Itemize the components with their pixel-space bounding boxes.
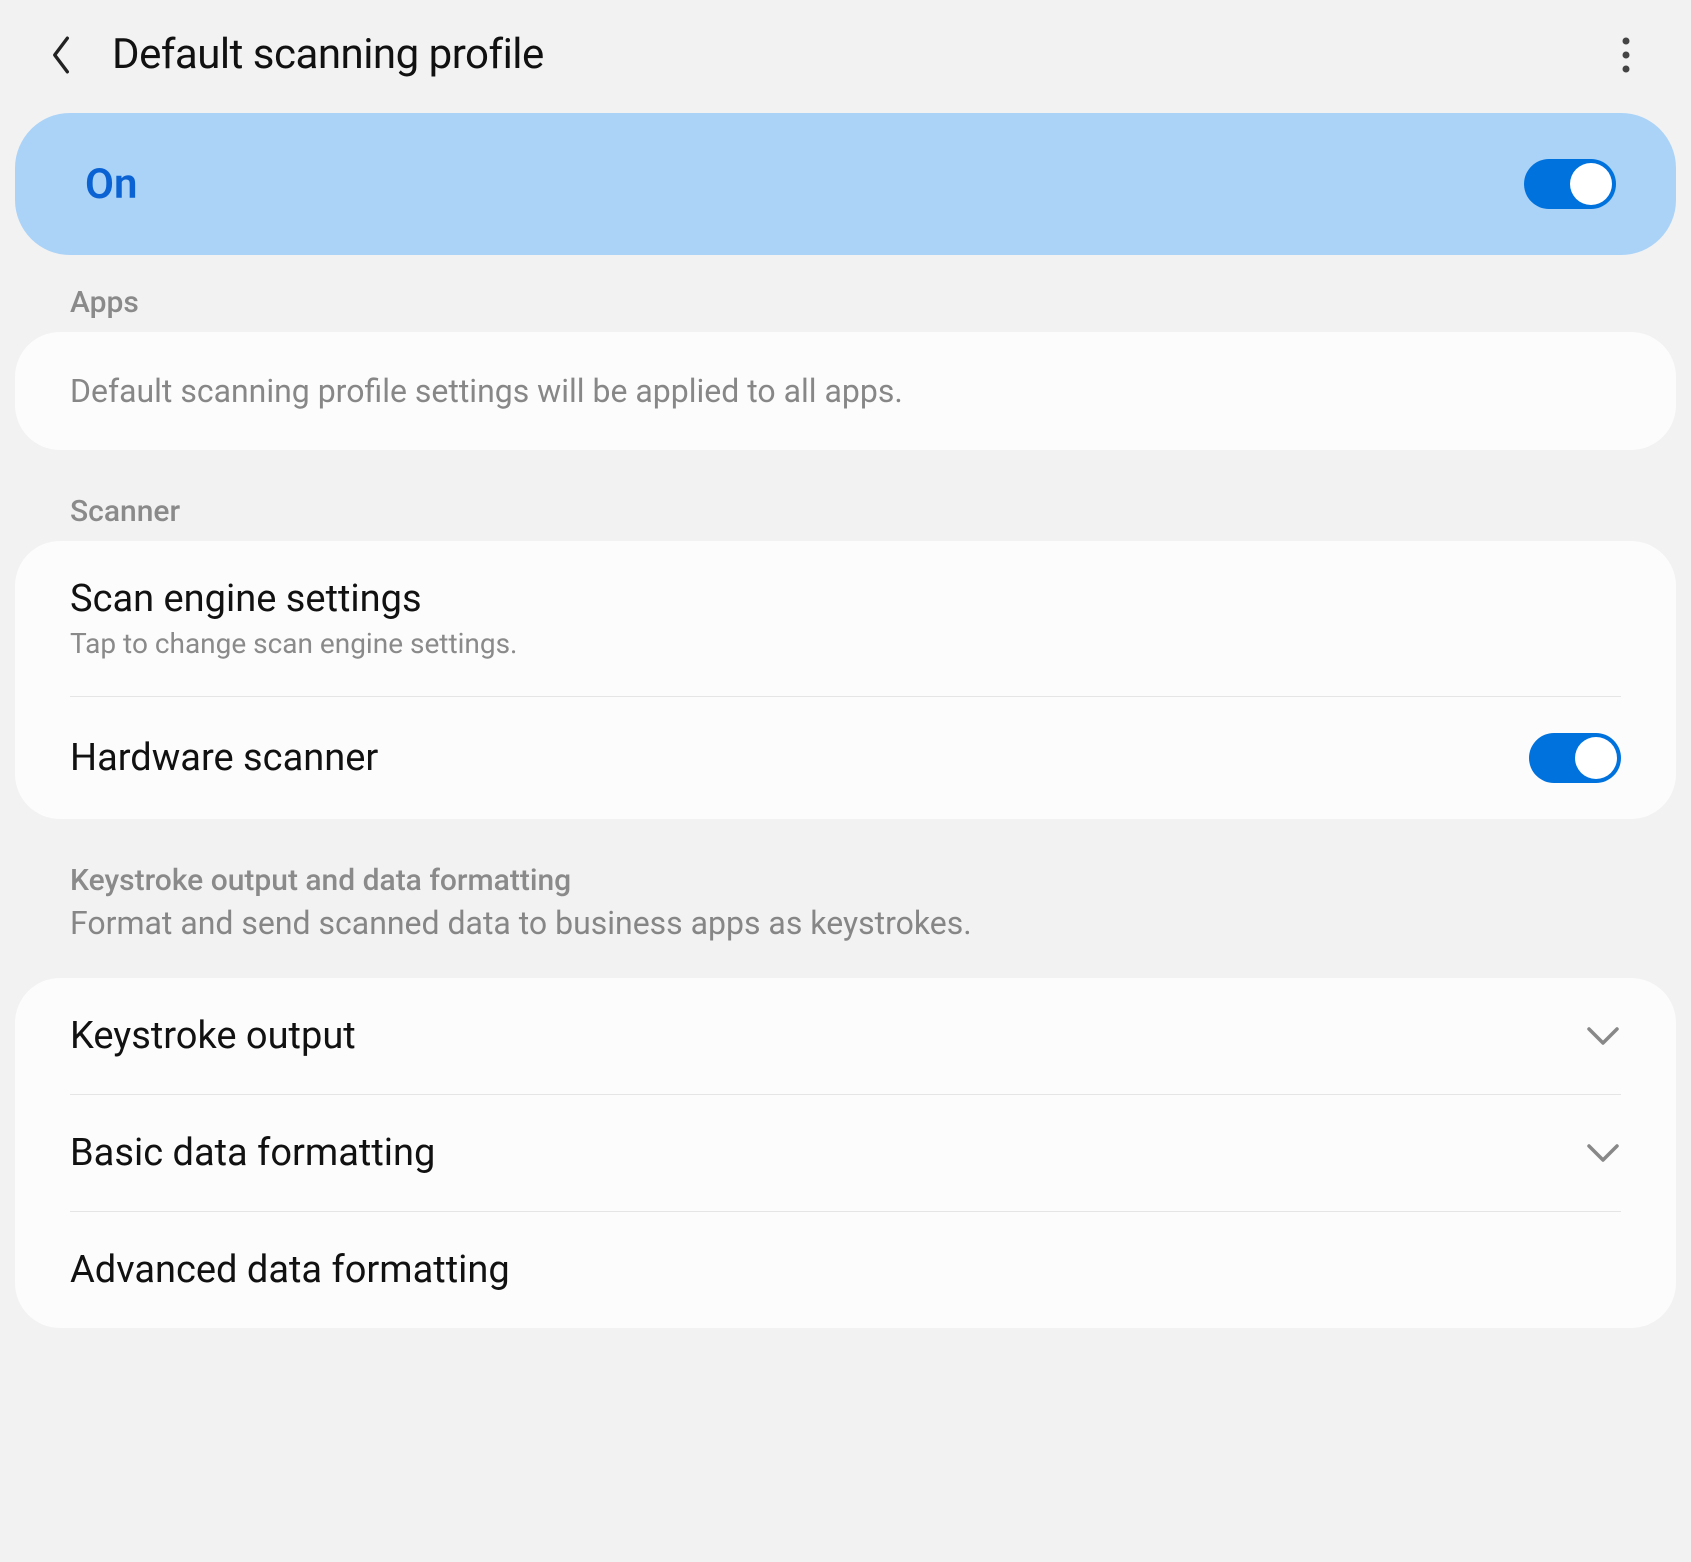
chevron-down-icon [1585, 1142, 1621, 1164]
keystroke-card: Keystroke output Basic data formatting A [15, 978, 1676, 1328]
keystroke-output-title: Keystroke output [70, 1014, 1585, 1058]
apps-info-text: Default scanning profile settings will b… [70, 372, 903, 410]
back-icon[interactable] [40, 34, 82, 76]
scan-engine-subtitle: Tap to change scan engine settings. [70, 627, 1621, 660]
main-content: On Apps Default scanning profile setting… [0, 113, 1691, 1328]
page-title: Default scanning profile [112, 30, 1606, 79]
hardware-scanner-row[interactable]: Hardware scanner [15, 697, 1676, 819]
keystroke-output-row[interactable]: Keystroke output [15, 978, 1676, 1094]
master-toggle-label: On [85, 160, 137, 209]
basic-data-formatting-title: Basic data formatting [70, 1131, 1585, 1175]
hardware-scanner-switch[interactable] [1529, 733, 1621, 783]
section-label-apps: Apps [15, 255, 1676, 332]
chevron-down-icon [1585, 1025, 1621, 1047]
master-toggle-card[interactable]: On [15, 113, 1676, 255]
app-header: Default scanning profile [0, 0, 1691, 109]
scan-engine-title: Scan engine settings [70, 577, 1621, 621]
basic-data-formatting-row[interactable]: Basic data formatting [15, 1095, 1676, 1211]
apps-card: Default scanning profile settings will b… [15, 332, 1676, 450]
scan-engine-row[interactable]: Scan engine settings Tap to change scan … [15, 541, 1676, 696]
advanced-data-formatting-row[interactable]: Advanced data formatting [15, 1212, 1676, 1328]
section-label-keystroke: Keystroke output and data formatting [15, 833, 1676, 904]
scanner-card: Scan engine settings Tap to change scan … [15, 541, 1676, 819]
master-toggle-switch[interactable] [1524, 159, 1616, 209]
hardware-scanner-title: Hardware scanner [70, 736, 1529, 780]
section-sublabel-keystroke: Format and send scanned data to business… [15, 904, 1676, 964]
section-label-scanner: Scanner [15, 464, 1676, 541]
apps-info-row: Default scanning profile settings will b… [15, 332, 1676, 450]
advanced-data-formatting-title: Advanced data formatting [70, 1248, 1621, 1292]
more-icon[interactable] [1606, 35, 1646, 75]
